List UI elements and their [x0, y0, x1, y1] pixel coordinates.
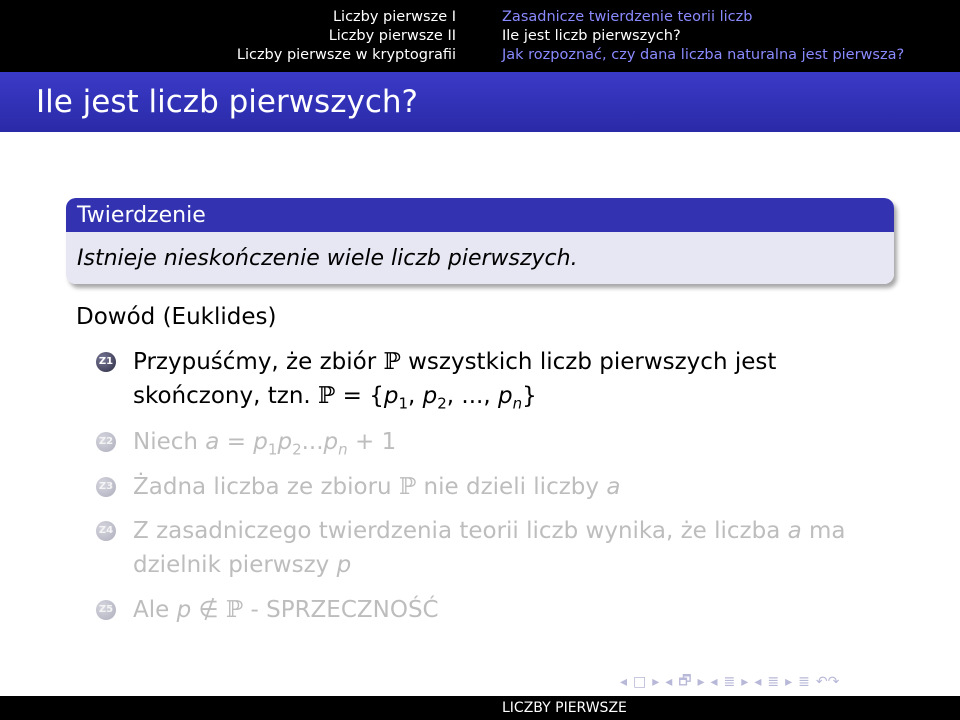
proof-title: Dowód (Euklides)	[76, 304, 277, 330]
subsection-jak-rozpoznac[interactable]: Jak rozpoznać, czy dana liczba naturalna…	[502, 46, 960, 65]
search-back-icon[interactable]: ↶↷	[816, 674, 839, 690]
section-navigation: Liczby pierwsze I Liczby pierwsze II Lic…	[0, 0, 480, 72]
proof-step-4: Z4 Z zasadniczego twierdzenia teorii lic…	[96, 514, 916, 582]
step-marker: Z5	[96, 600, 116, 620]
proof-step-2: Z2 Niech a = p1p2...pn + 1	[96, 425, 916, 467]
nav-right-arrow-icon[interactable]: ▸	[652, 674, 659, 690]
frame-title: Ile jest liczb pierwszych?	[36, 84, 418, 120]
step-marker: Z4	[96, 521, 116, 541]
nav-right-arrow-icon[interactable]: ▸	[741, 674, 748, 690]
step-text: Niech a = p1p2...pn + 1	[133, 429, 397, 459]
proof-step-3: Z3 Żadna liczba ze zbioru ℙ nie dzieli l…	[96, 470, 916, 504]
footer-left	[0, 696, 480, 720]
footer: LICZBY PIERWSZE	[0, 696, 960, 720]
nav-left-arrow-icon[interactable]: ◂	[665, 674, 672, 690]
step-marker: Z2	[96, 432, 116, 452]
subsection-ile-jest-liczb[interactable]: Ile jest liczb pierwszych?	[502, 27, 960, 46]
navigation-header: Liczby pierwsze I Liczby pierwsze II Lic…	[0, 0, 960, 72]
beamer-navigation-symbols: ◂ □ ▸ ◂ 🗗 ▸ ◂ ≣ ▸ ◂ ≣ ▸ ≣ ↶↷	[620, 672, 839, 692]
proof-step-5: Z5 Ale p ∉ ℙ - SPRZECZNOŚĆ	[96, 593, 916, 627]
proof-step-1: Z1 Przypuśćmy, że zbiór ℙ wszystkich lic…	[96, 345, 916, 421]
section-liczby-pierwsze-2[interactable]: Liczby pierwsze II	[329, 27, 456, 46]
theorem-body: Istnieje nieskończenie wiele liczb pierw…	[66, 232, 894, 284]
step-text: Z zasadniczego twierdzenia teorii liczb …	[133, 518, 846, 578]
step-marker: Z3	[96, 477, 116, 497]
nav-right-arrow-icon[interactable]: ▸	[785, 674, 792, 690]
step-text: Żadna liczba ze zbioru ℙ nie dzieli licz…	[133, 474, 621, 500]
slide-icon[interactable]: □	[633, 674, 646, 690]
subsection-navigation: Zasadnicze twierdzenie teorii liczb Ile …	[480, 0, 960, 72]
step-marker: Z1	[96, 352, 116, 372]
theorem-title: Twierdzenie	[66, 198, 894, 232]
nav-left-arrow-icon[interactable]: ◂	[620, 674, 627, 690]
frame-title-bar: Ile jest liczb pierwszych?	[0, 72, 960, 132]
section-icon[interactable]: ≣	[767, 674, 779, 690]
nav-right-arrow-icon[interactable]: ▸	[697, 674, 704, 690]
step-text: Przypuśćmy, że zbiór ℙ wszystkich liczb …	[133, 349, 777, 413]
nav-left-arrow-icon[interactable]: ◂	[754, 674, 761, 690]
section-kryptografia[interactable]: Liczby pierwsze w kryptografii	[237, 46, 456, 65]
subsection-zasadnicze-twierdzenie[interactable]: Zasadnicze twierdzenie teorii liczb	[502, 8, 960, 27]
footer-title: LICZBY PIERWSZE	[480, 696, 960, 720]
step-text: Ale p ∉ ℙ - SPRZECZNOŚĆ	[133, 597, 439, 623]
frame-icon[interactable]: 🗗	[678, 670, 691, 694]
nav-left-arrow-icon[interactable]: ◂	[711, 674, 718, 690]
document-icon[interactable]: ≣	[798, 674, 810, 690]
section-liczby-pierwsze-1[interactable]: Liczby pierwsze I	[333, 8, 456, 27]
subsection-icon[interactable]: ≣	[724, 674, 736, 690]
theorem-block: Twierdzenie Istnieje nieskończenie wiele…	[66, 198, 894, 284]
